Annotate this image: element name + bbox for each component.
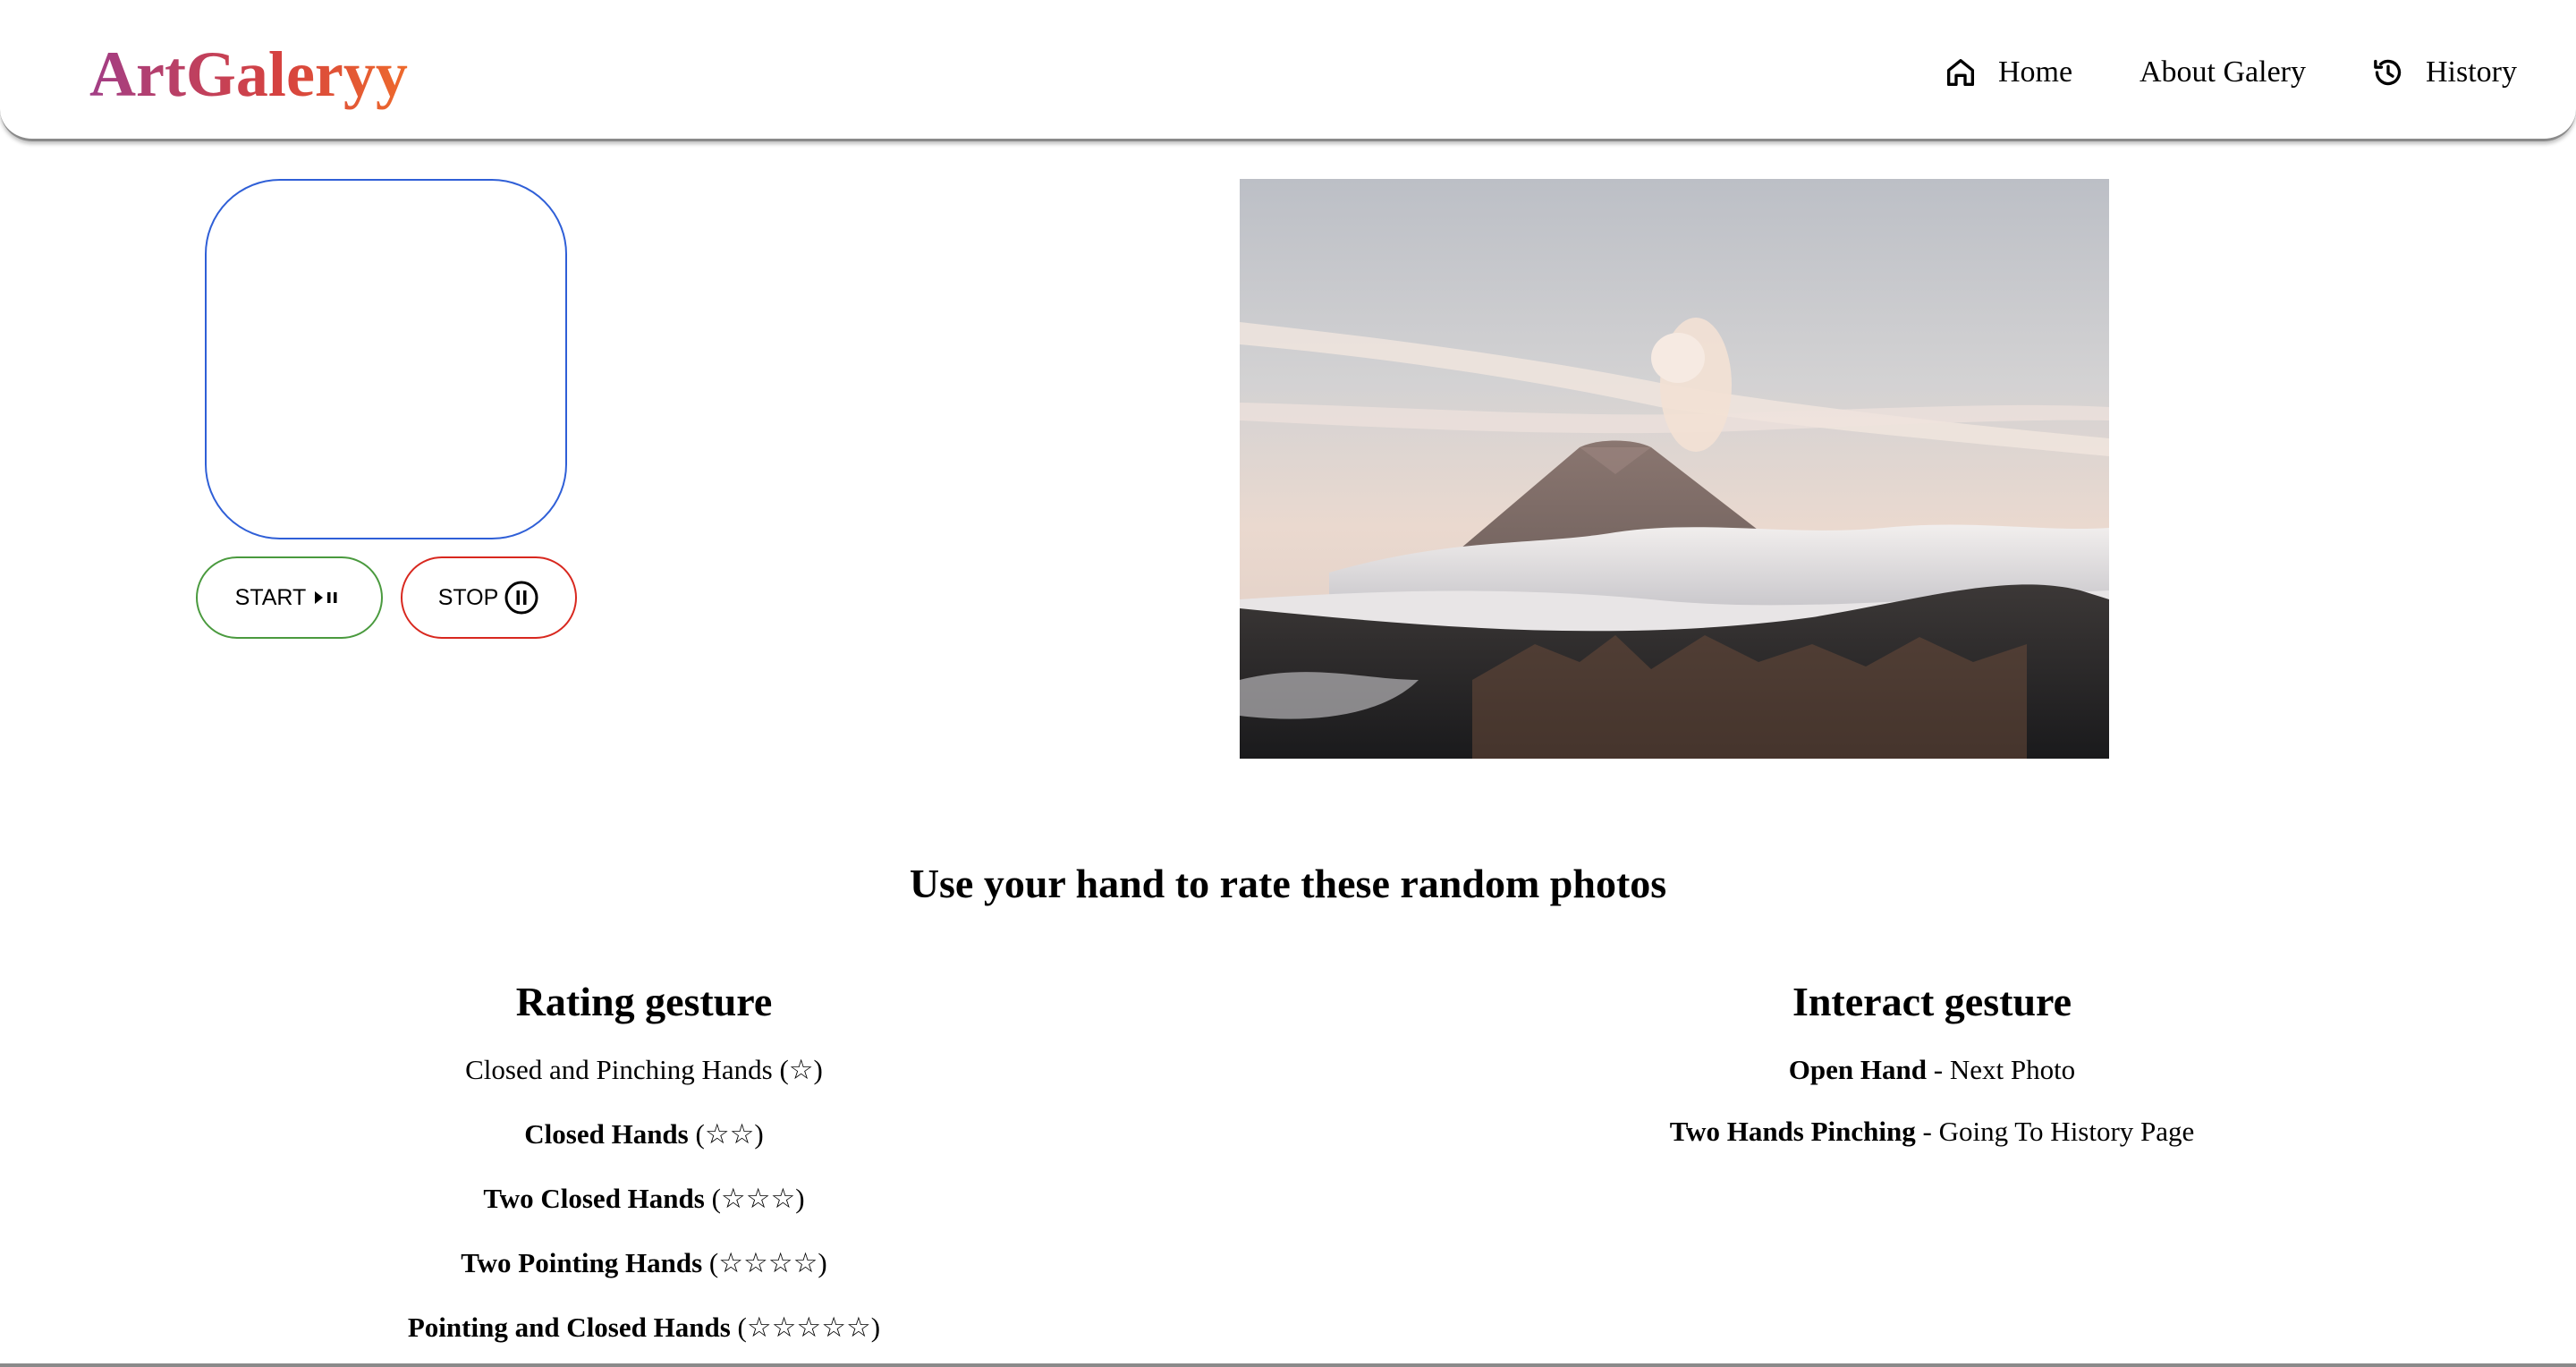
nav-history-label: History bbox=[2426, 55, 2517, 89]
start-button[interactable]: START bbox=[196, 556, 383, 639]
history-icon bbox=[2374, 59, 2402, 86]
home-icon bbox=[1947, 59, 1974, 87]
rating-gesture-section: Rating gesture Closed and Pinching Hands… bbox=[286, 975, 1002, 1367]
rating-item-stars: (☆☆☆☆) bbox=[708, 1247, 827, 1278]
interact-gesture-title: Interact gesture bbox=[1792, 979, 2072, 1024]
rating-item: Pointing and Closed Hands (☆☆☆☆☆) bbox=[286, 1310, 1002, 1367]
interact-item-name: Two Hands Pinching bbox=[1669, 1116, 1916, 1147]
nav-about-link[interactable]: About Galery bbox=[2140, 50, 2306, 95]
rating-item-stars: (☆) bbox=[779, 1054, 823, 1085]
rating-gesture-title: Rating gesture bbox=[515, 979, 773, 1024]
rating-item-name: Two Pointing Hands bbox=[461, 1247, 703, 1278]
nav-about-label: About Galery bbox=[2140, 55, 2307, 89]
interact-item: Open Hand - Next Photo bbox=[1574, 1052, 2290, 1114]
app-logo[interactable]: ArtGaleryy bbox=[89, 34, 408, 115]
bottom-divider bbox=[0, 1363, 2576, 1367]
interact-item-action: - Next Photo bbox=[1927, 1054, 2076, 1085]
stop-button[interactable]: STOP bbox=[401, 556, 577, 639]
rating-item-stars: (☆☆) bbox=[695, 1118, 764, 1150]
pause-circle-icon bbox=[504, 580, 539, 616]
page-headline: Use your hand to rate these random photo… bbox=[909, 861, 1667, 906]
rating-item: Closed Hands (☆☆) bbox=[286, 1117, 1002, 1181]
rating-item-name: Two Closed Hands bbox=[483, 1183, 705, 1214]
webcam-preview bbox=[205, 179, 567, 539]
rating-item-stars: (☆☆☆) bbox=[711, 1183, 805, 1214]
rating-item-name: Pointing and Closed Hands bbox=[407, 1312, 731, 1343]
top-navbar: ArtGaleryy Home About Galery History bbox=[0, 0, 2576, 141]
start-button-label: START bbox=[234, 584, 307, 610]
interact-item-name: Open Hand bbox=[1788, 1054, 1927, 1085]
rating-item: Two Pointing Hands (☆☆☆☆) bbox=[286, 1245, 1002, 1310]
interact-item-action: - Going To History Page bbox=[1915, 1116, 2195, 1147]
rating-item-name: Closed and Pinching Hands bbox=[465, 1054, 773, 1085]
page: ArtGaleryy Home About Galery History STA… bbox=[0, 0, 2576, 1367]
random-photo bbox=[1240, 179, 2109, 759]
interact-item: Two Hands Pinching - Going To History Pa… bbox=[1574, 1114, 2290, 1176]
play-pause-icon bbox=[311, 589, 343, 607]
rating-item: Two Closed Hands (☆☆☆) bbox=[286, 1181, 1002, 1245]
interact-gesture-section: Interact gesture Open Hand - Next Photo … bbox=[1574, 975, 2290, 1176]
nav-home-link[interactable]: Home bbox=[1943, 50, 2072, 95]
stop-button-label: STOP bbox=[437, 584, 499, 610]
nav-history-link[interactable]: History bbox=[2370, 50, 2517, 95]
rating-item: Closed and Pinching Hands (☆) bbox=[286, 1052, 1002, 1117]
rating-item-name: Closed Hands bbox=[524, 1118, 689, 1150]
rating-item-stars: (☆☆☆☆☆) bbox=[737, 1312, 881, 1343]
nav-home-label: Home bbox=[1998, 55, 2073, 89]
